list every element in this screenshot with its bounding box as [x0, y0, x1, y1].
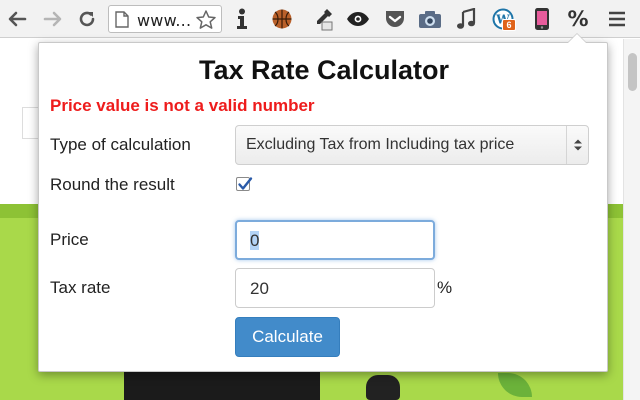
eye-icon	[347, 12, 369, 26]
info-extension-button[interactable]	[229, 6, 255, 32]
chrome-menu-button[interactable]	[604, 6, 630, 32]
popup-title: Tax Rate Calculator	[198, 55, 450, 85]
basketball-icon	[272, 9, 292, 29]
browser-toolbar: www... W 6 %	[0, 0, 640, 38]
tax-rate-input[interactable]: 20	[235, 268, 435, 308]
page-dark-image	[124, 369, 320, 400]
checkmark-icon	[238, 177, 253, 190]
page-icon	[115, 11, 129, 28]
arrow-left-icon	[8, 11, 27, 27]
reload-button[interactable]	[74, 6, 100, 32]
phone-extension-button[interactable]	[529, 6, 555, 32]
eye-extension-button[interactable]	[345, 6, 371, 32]
arrow-right-icon	[43, 11, 62, 27]
tax-rate-unit: %	[437, 278, 453, 297]
error-message: Price value is not a valid number	[50, 96, 315, 115]
music-note-icon	[457, 8, 476, 29]
price-label: Price	[50, 230, 89, 249]
star-icon[interactable]	[195, 9, 217, 31]
page-figure-image	[366, 375, 400, 400]
wordpress-extension-button[interactable]: W 6	[490, 6, 516, 32]
hamburger-menu-icon	[609, 11, 625, 27]
calculation-type-value: Excluding Tax from Including tax price	[246, 136, 515, 153]
round-result-checkbox[interactable]	[236, 177, 253, 191]
page-scrollbar[interactable]	[623, 39, 640, 400]
eyedropper-icon	[317, 9, 333, 31]
price-input[interactable]: 0	[235, 220, 435, 260]
address-bar[interactable]: www...	[108, 5, 222, 33]
music-extension-button[interactable]	[453, 6, 479, 32]
round-result-label: Round the result	[50, 175, 175, 194]
price-input-value: 0	[250, 231, 260, 250]
eyedropper-extension-button[interactable]	[309, 6, 335, 32]
camera-extension-button[interactable]	[417, 6, 443, 32]
calculate-button[interactable]: Calculate	[235, 317, 340, 357]
forward-button[interactable]	[40, 6, 66, 32]
select-arrows-icon	[566, 126, 588, 164]
camera-icon	[419, 11, 441, 28]
calculation-type-label: Type of calculation	[50, 135, 191, 154]
scrollbar-thumb[interactable]	[628, 53, 637, 91]
tax-rate-input-value: 20	[250, 279, 269, 298]
reload-icon	[79, 11, 95, 27]
tax-calculator-popup: Tax Rate Calculator Price value is not a…	[38, 33, 608, 372]
pocket-extension-button[interactable]	[382, 6, 408, 32]
basketball-extension-button[interactable]	[269, 6, 295, 32]
info-icon	[237, 8, 247, 29]
notification-badge: 6	[502, 19, 516, 31]
back-button[interactable]	[4, 6, 30, 32]
pocket-icon	[386, 11, 404, 27]
address-text: www...	[137, 11, 192, 30]
phone-icon	[535, 8, 549, 30]
popup-pointer	[567, 33, 587, 43]
calculation-type-select[interactable]: Excluding Tax from Including tax price	[235, 125, 589, 165]
tax-rate-label: Tax rate	[50, 278, 111, 297]
tax-calculator-extension-button[interactable]: %	[565, 6, 591, 32]
